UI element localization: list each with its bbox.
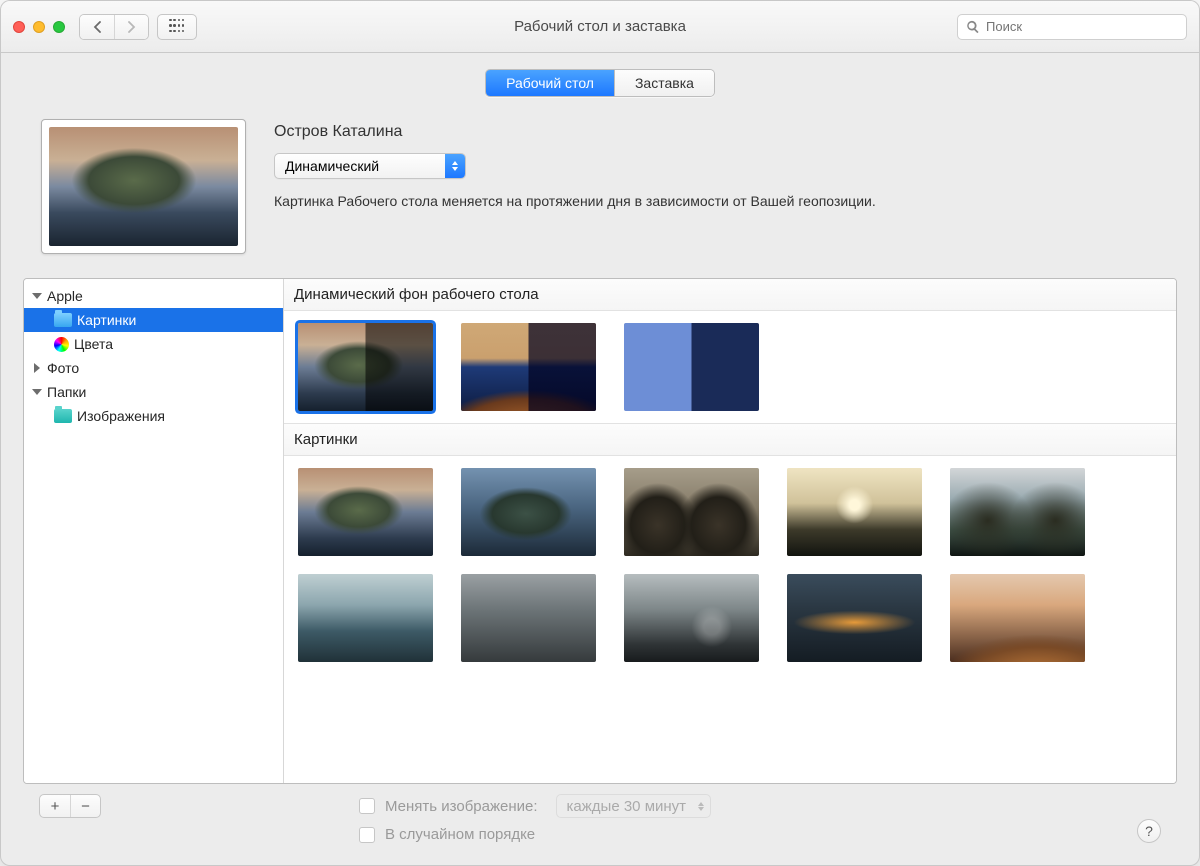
dynamic-thumb-gradient[interactable] [624, 323, 759, 411]
picture-thumb[interactable] [298, 468, 433, 556]
picture-thumb[interactable] [461, 468, 596, 556]
wallpaper-name: Остров Каталина [274, 123, 1159, 141]
dynamic-thumbs [284, 311, 1176, 423]
change-picture-label: Менять изображение: [385, 798, 538, 815]
tab-row: Рабочий стол Заставка [485, 69, 715, 97]
change-picture-checkbox[interactable] [359, 798, 375, 814]
picture-thumbs [284, 456, 1176, 674]
sidebar-item-images[interactable]: Изображения [24, 404, 283, 428]
forward-button[interactable] [114, 15, 148, 39]
titlebar: Рабочий стол и заставка [1, 1, 1199, 53]
picture-thumb[interactable] [624, 574, 759, 662]
picture-thumb[interactable] [461, 574, 596, 662]
tab-desktop[interactable]: Рабочий стол [486, 70, 614, 96]
close-button[interactable] [13, 21, 25, 33]
wallpaper-preview-image [49, 127, 238, 246]
search-field[interactable] [957, 14, 1187, 40]
help-button[interactable]: ? [1137, 819, 1161, 843]
folder-icon [54, 409, 72, 423]
maximize-button[interactable] [53, 21, 65, 33]
mode-select-label: Динамический [285, 158, 445, 174]
chevron-right-icon [127, 21, 136, 33]
search-icon [966, 20, 980, 34]
bottom-bar: + − Менять изображение: каждые 30 минут … [23, 784, 1177, 853]
picture-thumb[interactable] [624, 468, 759, 556]
tabs: Рабочий стол Заставка [23, 69, 1177, 97]
wallpaper-gallery[interactable]: Динамический фон рабочего стола Картинки [284, 279, 1176, 783]
change-picture-row: Менять изображение: каждые 30 минут [359, 794, 711, 818]
random-order-row: В случайном порядке [359, 826, 711, 843]
minimize-button[interactable] [33, 21, 45, 33]
dynamic-thumb-mojave[interactable] [461, 323, 596, 411]
sidebar-item-label: Картинки [77, 312, 136, 328]
sidebar-item-colors[interactable]: Цвета [24, 332, 283, 356]
search-input[interactable] [986, 19, 1178, 34]
back-button[interactable] [80, 15, 114, 39]
sidebar-item-label: Фото [47, 360, 79, 376]
add-remove-buttons: + − [39, 794, 101, 818]
random-order-checkbox[interactable] [359, 827, 375, 843]
sidebar-item-label: Папки [47, 384, 86, 400]
updown-icon [698, 802, 704, 811]
color-wheel-icon [54, 337, 69, 352]
random-order-label: В случайном порядке [385, 826, 535, 843]
folder-icon [54, 313, 72, 327]
change-interval-label: каждые 30 минут [567, 798, 687, 815]
wallpaper-description: Картинка Рабочего стола меняется на прот… [274, 193, 1159, 209]
sidebar-item-photos[interactable]: Фото [24, 356, 283, 380]
disclosure-triangle-icon [32, 387, 42, 397]
current-wallpaper-section: Остров Каталина Динамический Картинка Ра… [23, 119, 1177, 278]
wallpaper-preview [41, 119, 246, 254]
chevron-left-icon [93, 21, 102, 33]
sidebar-item-label: Изображения [77, 408, 165, 424]
picture-thumb[interactable] [298, 574, 433, 662]
wallpaper-browser: Apple Картинки Цвета Фото Папки [23, 278, 1177, 784]
section-pictures-header: Картинки [284, 423, 1176, 456]
disclosure-triangle-icon [32, 291, 42, 301]
updown-icon [445, 154, 465, 178]
disclosure-triangle-icon [32, 363, 42, 373]
sidebar-item-label: Apple [47, 288, 83, 304]
picture-thumb[interactable] [950, 468, 1085, 556]
sidebar-item-pictures[interactable]: Картинки [24, 308, 283, 332]
mode-select[interactable]: Динамический [274, 153, 466, 179]
show-all-button[interactable] [157, 14, 197, 40]
dynamic-thumb-catalina[interactable] [298, 323, 433, 411]
add-button[interactable]: + [40, 795, 70, 817]
change-options: Менять изображение: каждые 30 минут В сл… [359, 794, 711, 843]
nav-buttons [79, 14, 197, 40]
source-sidebar: Apple Картинки Цвета Фото Папки [24, 279, 284, 783]
sidebar-item-label: Цвета [74, 336, 113, 352]
remove-button[interactable]: − [70, 795, 100, 817]
change-interval-select: каждые 30 минут [556, 794, 712, 818]
picture-thumb[interactable] [787, 574, 922, 662]
window-controls [13, 21, 65, 33]
picture-thumb[interactable] [787, 468, 922, 556]
picture-thumb[interactable] [950, 574, 1085, 662]
sidebar-item-apple[interactable]: Apple [24, 284, 283, 308]
section-dynamic-header: Динамический фон рабочего стола [284, 279, 1176, 311]
grid-icon [169, 19, 185, 35]
wallpaper-info: Остров Каталина Динамический Картинка Ра… [274, 119, 1159, 209]
back-forward [79, 14, 149, 40]
prefpane-window: Рабочий стол и заставка Рабочий стол Зас… [0, 0, 1200, 866]
sidebar-item-folders[interactable]: Папки [24, 380, 283, 404]
tab-screensaver[interactable]: Заставка [614, 70, 714, 96]
content: Рабочий стол Заставка Остров Каталина Ди… [1, 53, 1199, 865]
